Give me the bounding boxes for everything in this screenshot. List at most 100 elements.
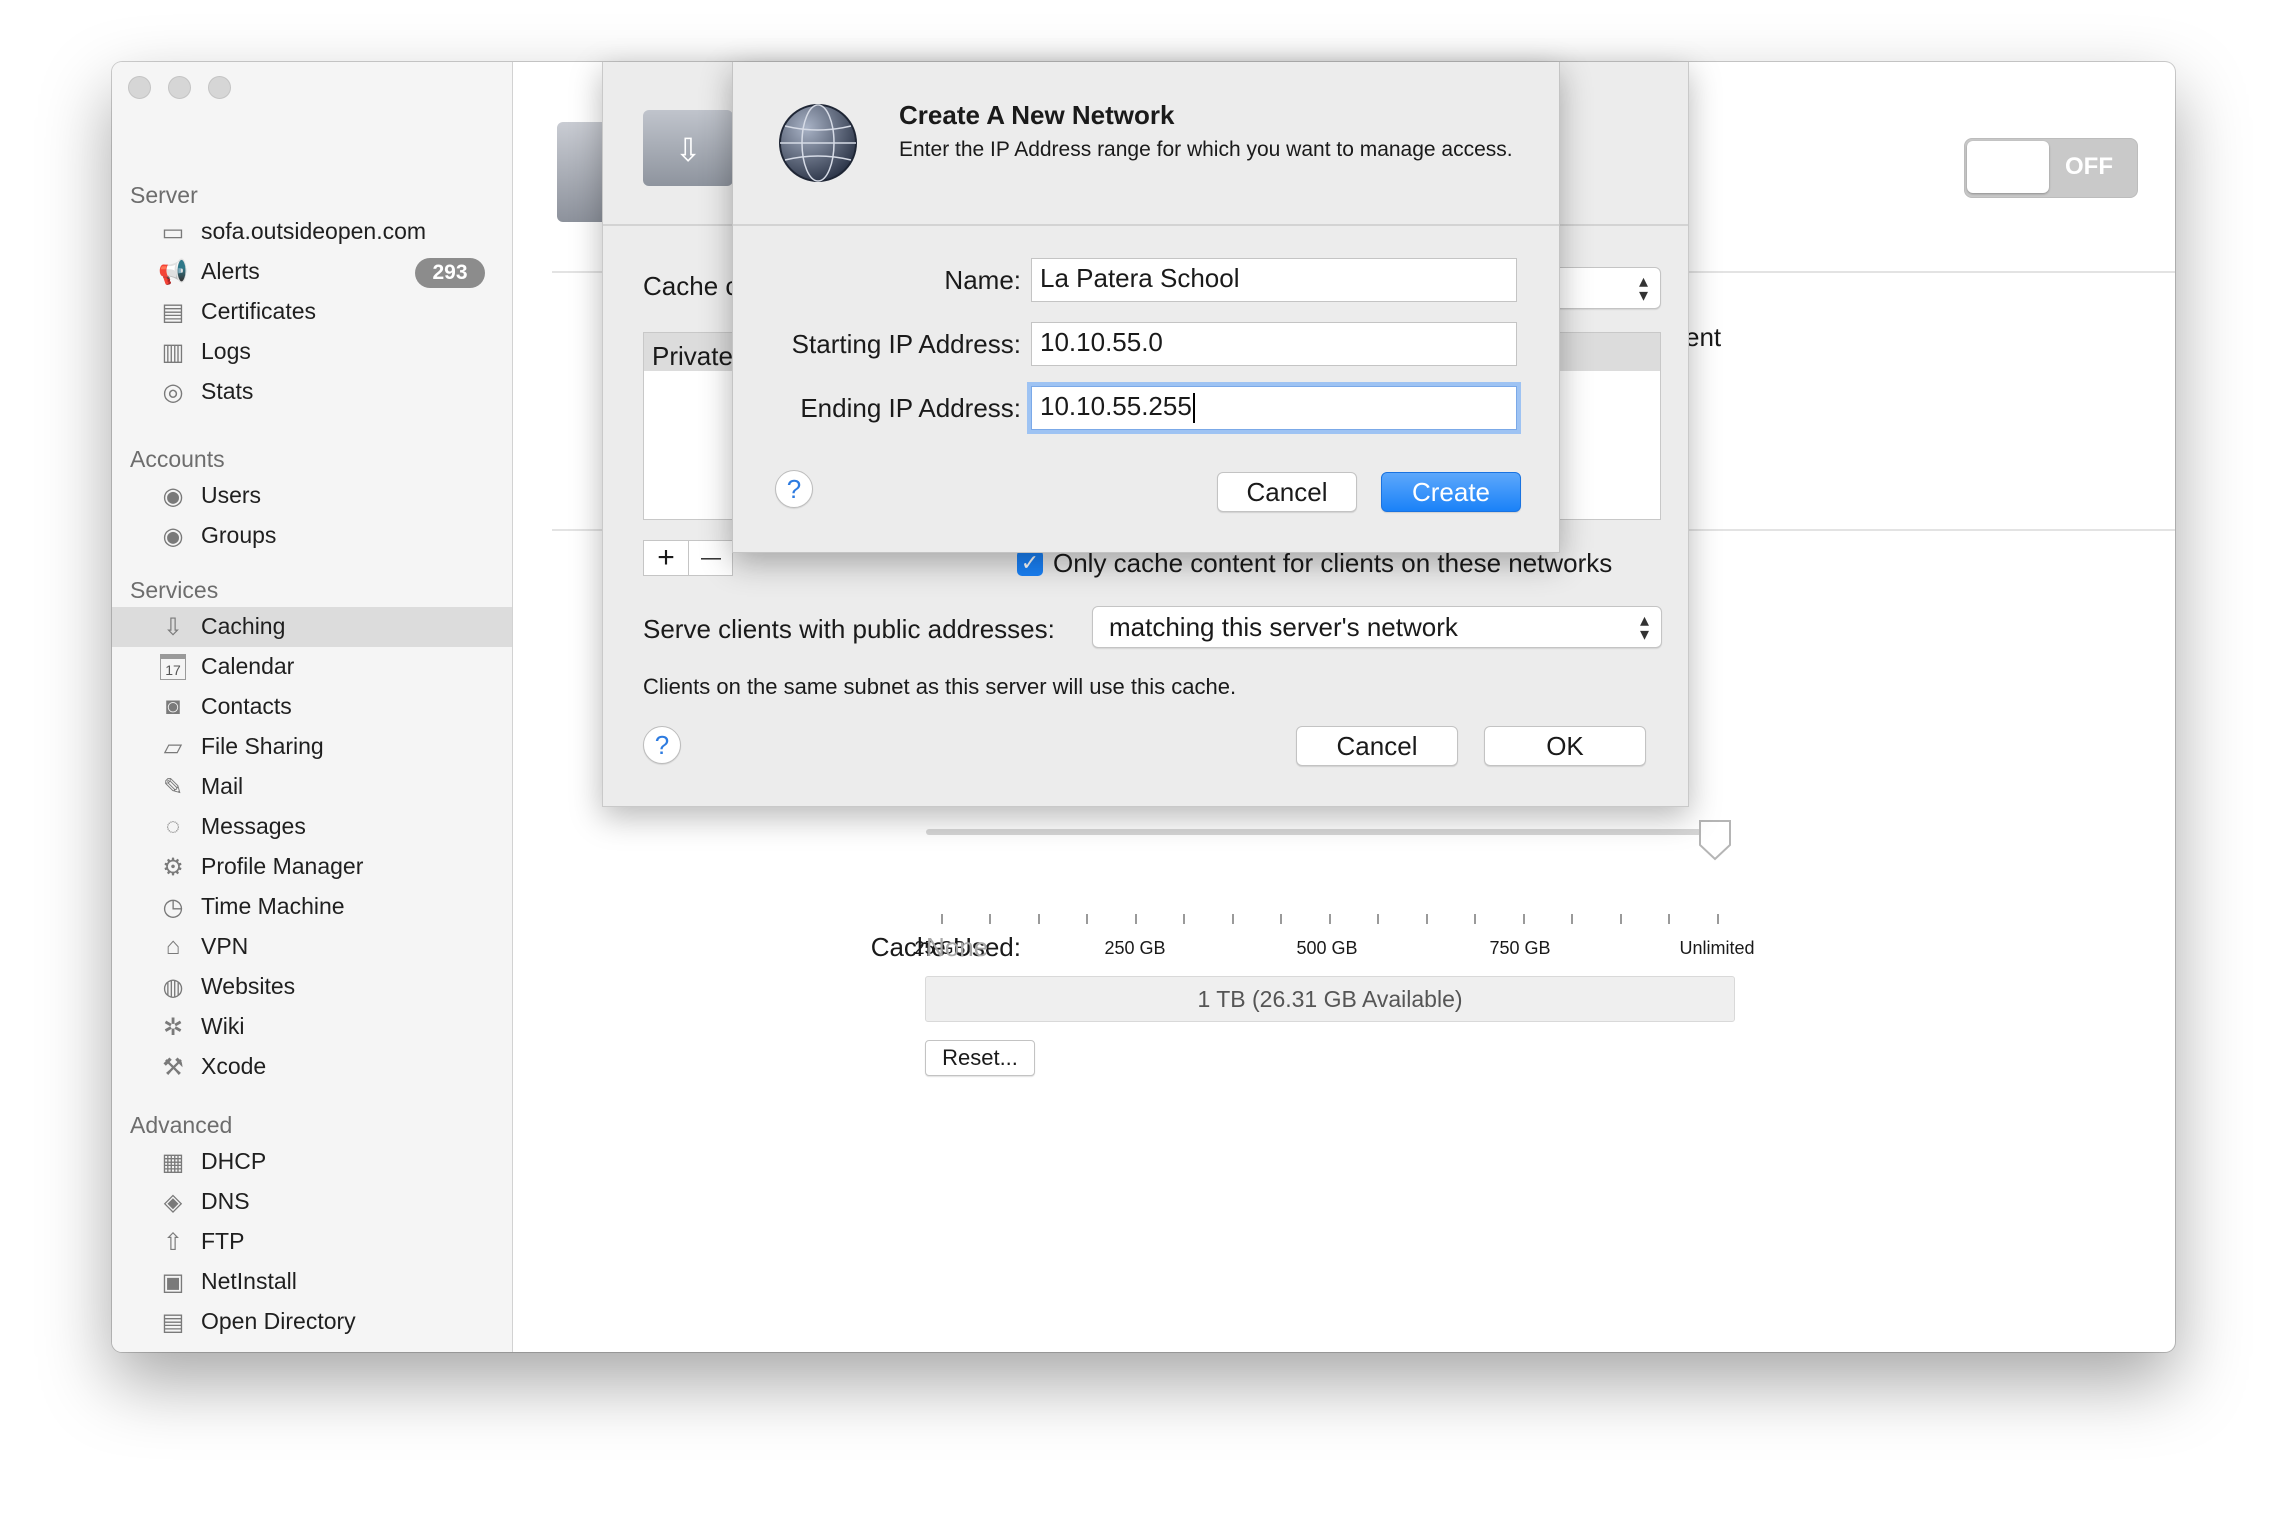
- ending-ip-label: Ending IP Address:: [800, 393, 1021, 423]
- websites-icon: ◍: [162, 973, 184, 1001]
- sidebar: Server ▭ sofa.outsideopen.com 📢 Alerts 293 ▤ Ce…: [112, 62, 513, 1352]
- help-button[interactable]: ?: [643, 726, 681, 764]
- sidebar-item-open-directory[interactable]: ▤ Open Directory: [112, 1302, 512, 1342]
- sidebar-item-sofa-outsideopen-com[interactable]: ▭ sofa.outsideopen.com: [112, 212, 512, 252]
- sidebar-item-wiki[interactable]: ✲ Wiki: [112, 1007, 512, 1047]
- cancel-button[interactable]: Cancel: [1296, 726, 1458, 766]
- sidebar-item-label: Logs: [201, 338, 251, 364]
- sidebar-item-label: Mail: [201, 773, 244, 799]
- add-network-button[interactable]: +: [644, 541, 689, 575]
- sidebar-item-users[interactable]: ◉ Users: [112, 476, 512, 516]
- sidebar-item-label: VPN: [201, 933, 249, 959]
- sidebar-item-caching[interactable]: ⇩ Caching: [112, 607, 512, 647]
- sidebar-item-dhcp[interactable]: ▦ DHCP: [112, 1142, 512, 1182]
- sidebar-item-stats[interactable]: ◎ Stats: [112, 372, 512, 412]
- sidebar-item-label: DNS: [201, 1188, 250, 1214]
- sidebar-item-vpn[interactable]: ⌂ VPN: [112, 927, 512, 967]
- time-machine-icon: ◷: [162, 893, 184, 921]
- stats-icon: ◎: [162, 378, 184, 406]
- sidebar-section-services: Services: [130, 577, 219, 603]
- sidebar-item-alerts[interactable]: 📢 Alerts 293: [112, 252, 512, 292]
- wiki-icon: ✲: [162, 1013, 184, 1041]
- sidebar-item-label: Contacts: [201, 693, 292, 719]
- sidebar-item-time-machine[interactable]: ◷ Time Machine: [112, 887, 512, 927]
- sidebar-item-label: Websites: [201, 973, 296, 999]
- ftp-icon: ⇧: [162, 1228, 184, 1256]
- software-update-icon: ⟳: [156, 1346, 190, 1353]
- partial-text: ent: [1685, 322, 1722, 352]
- sidebar-item-label: Stats: [201, 378, 254, 404]
- sidebar-item-label: Certificates: [201, 298, 317, 324]
- mail-icon: ✎: [162, 773, 184, 801]
- sidebar-item-websites[interactable]: ◍ Websites: [112, 967, 512, 1007]
- sidebar-section-advanced: Advanced: [130, 1112, 233, 1138]
- slider-tick: [1038, 914, 1040, 924]
- slider-tick: [1426, 914, 1428, 924]
- calendar-icon: 17: [156, 651, 190, 683]
- sidebar-item-label: NetInstall: [201, 1268, 297, 1294]
- serve-clients-label: Serve clients with public addresses:: [643, 614, 1055, 644]
- slider-tick: [1620, 914, 1622, 924]
- subnet-info-text: Clients on the same subnet as this serve…: [643, 674, 1237, 699]
- sidebar-item-certificates[interactable]: ▤ Certificates: [112, 292, 512, 332]
- sidebar-item-label: Xcode: [201, 1053, 267, 1079]
- slider-tick: [1183, 914, 1185, 924]
- sidebar-item-label: Messages: [201, 813, 306, 839]
- sheet-description: Enter the IP Address range for which you…: [899, 138, 1513, 161]
- list-item[interactable]: Private: [652, 341, 733, 372]
- create-button[interactable]: Create: [1381, 472, 1521, 512]
- name-field[interactable]: La Patera School: [1031, 258, 1517, 302]
- cancel-button[interactable]: Cancel: [1217, 472, 1357, 512]
- sidebar-item-ftp[interactable]: ⇧ FTP: [112, 1222, 512, 1262]
- sidebar-item-mail[interactable]: ✎ Mail: [112, 767, 512, 807]
- sidebar-item-label: Groups: [201, 522, 277, 548]
- sidebar-item-dns[interactable]: ◈ DNS: [112, 1182, 512, 1222]
- ok-button[interactable]: OK: [1484, 726, 1646, 766]
- reset-button[interactable]: Reset...: [925, 1040, 1035, 1076]
- text-caret: [1192, 393, 1195, 424]
- sidebar-item-messages[interactable]: ◌ Messages: [112, 807, 512, 847]
- help-button[interactable]: ?: [775, 470, 813, 508]
- sidebar-item-profile-manager[interactable]: ⚙ Profile Manager: [112, 847, 512, 887]
- chevron-updown-icon: ▴ ▾: [1638, 271, 1648, 305]
- slider-knob[interactable]: [1696, 817, 1734, 863]
- groups-icon: ◉: [162, 522, 184, 550]
- vpn-icon: ⌂: [165, 933, 181, 960]
- zoom-window-button[interactable]: [208, 76, 231, 99]
- starting-ip-field[interactable]: 10.10.55.0: [1031, 322, 1517, 366]
- service-toggle[interactable]: OFF: [1964, 138, 2138, 198]
- name-label: Name:: [944, 265, 1021, 295]
- minimize-window-button[interactable]: [168, 76, 191, 99]
- logs-icon: ▥: [161, 338, 185, 366]
- sidebar-item-groups[interactable]: ◉ Groups: [112, 516, 512, 556]
- add-remove-control: + —: [643, 540, 733, 576]
- slider-tick: [1377, 914, 1379, 924]
- serve-clients-popup[interactable]: matching this server's network ▴ ▾: [1092, 606, 1662, 648]
- slider-track: [926, 829, 1728, 835]
- sidebar-item-xcode[interactable]: ⚒ Xcode: [112, 1047, 512, 1087]
- remove-network-button[interactable]: —: [689, 541, 733, 575]
- sidebar-item-logs[interactable]: ▥ Logs: [112, 332, 512, 372]
- file-sharing-icon: ▱: [163, 733, 183, 761]
- sidebar-item-label: Time Machine: [201, 893, 345, 919]
- slider-tick: [1668, 914, 1670, 924]
- messages-icon: ◌: [165, 813, 181, 840]
- create-network-sheet: Create A New Network Enter the IP Addres…: [732, 62, 1560, 553]
- sidebar-item-software-update[interactable]: ⟳ Software Update: [112, 1342, 512, 1352]
- sidebar-item-netinstall[interactable]: ▣ NetInstall: [112, 1262, 512, 1302]
- ending-ip-field[interactable]: 10.10.55.255: [1031, 386, 1517, 430]
- only-cache-checkbox[interactable]: ✓: [1017, 550, 1043, 576]
- profile-manager-icon: ⚙: [162, 853, 184, 881]
- open-directory-icon: ▤: [161, 1308, 185, 1336]
- slider-tick: [1329, 914, 1331, 924]
- sidebar-item-calendar[interactable]: 17 Calendar: [112, 647, 512, 687]
- sidebar-item-file-sharing[interactable]: ▱ File Sharing: [112, 727, 512, 767]
- sidebar-item-label: File Sharing: [201, 733, 324, 759]
- close-window-button[interactable]: [128, 76, 151, 99]
- sidebar-item-label: Software Update: [201, 1348, 372, 1352]
- sidebar-item-contacts[interactable]: ◙ Contacts: [112, 687, 512, 727]
- contacts-icon: ◙: [165, 693, 181, 720]
- megaphone-icon: 📢: [158, 258, 188, 286]
- sidebar-item-label: Open Directory: [201, 1308, 356, 1334]
- sidebar-item-label: Caching: [201, 613, 286, 639]
